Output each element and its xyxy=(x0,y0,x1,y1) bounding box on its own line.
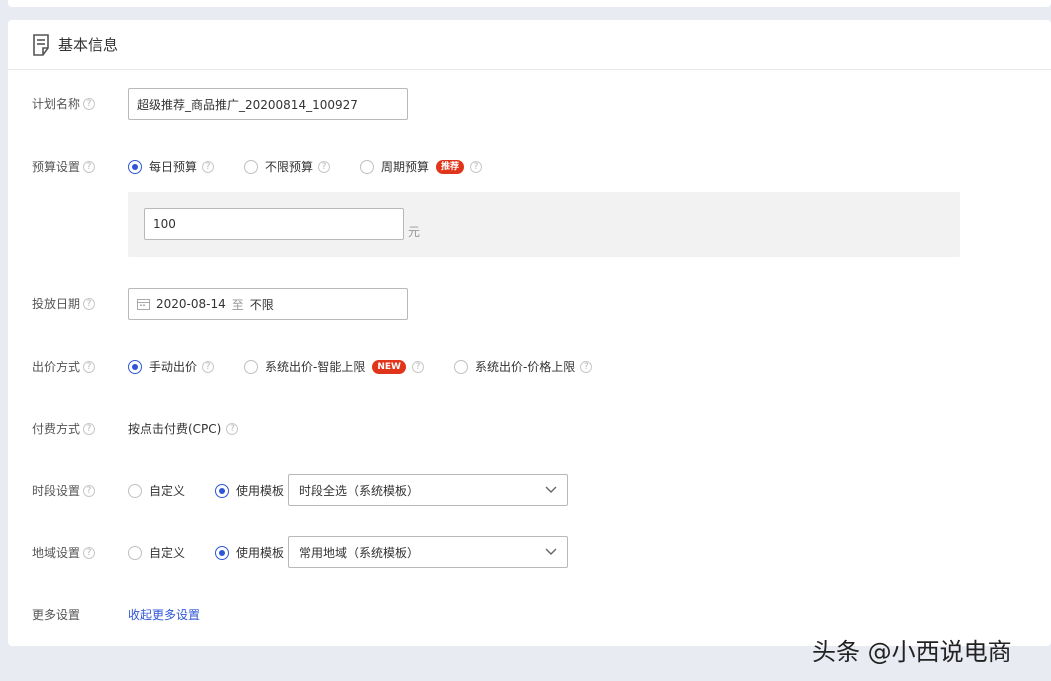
help-icon[interactable]: ? xyxy=(83,297,96,310)
help-icon[interactable]: ? xyxy=(83,422,96,435)
calendar-icon xyxy=(137,299,150,310)
date-range-picker[interactable]: 2020-08-14 至 不限 xyxy=(128,288,408,320)
section-title: 基本信息 xyxy=(58,36,119,54)
help-icon[interactable]: ? xyxy=(226,422,239,435)
help-icon[interactable]: ? xyxy=(580,360,593,373)
radio-cycle-budget[interactable]: 周期预算 推荐 ? xyxy=(360,158,483,175)
radio-circle xyxy=(128,359,142,374)
start-date: 2020-08-14 xyxy=(156,297,226,311)
radio-manual-bid[interactable]: 手动出价 ? xyxy=(128,358,215,375)
bid-radio-group: 手动出价 ? 系统出价-智能上限 NEW ? 系统出价-价格上限 ? xyxy=(128,358,593,375)
watermark: 头条 @小西说电商 xyxy=(812,638,1012,666)
help-icon[interactable]: ? xyxy=(83,360,96,373)
budget-label: 预算设置 ? xyxy=(32,158,96,175)
pay-label: 付费方式 ? xyxy=(32,420,96,437)
collapse-more-settings-link[interactable]: 收起更多设置 xyxy=(128,606,200,623)
budget-amount-input[interactable]: 100 xyxy=(144,208,404,240)
date-label: 投放日期 ? xyxy=(32,295,96,312)
plan-name-label: 计划名称 ? xyxy=(32,95,96,112)
recommend-badge: 推荐 xyxy=(436,159,465,174)
radio-circle xyxy=(215,545,230,560)
pay-method-value: 按点击付费(CPC) ? xyxy=(128,420,239,437)
region-label: 地域设置 ? xyxy=(32,544,96,561)
help-icon[interactable]: ? xyxy=(83,484,96,497)
help-icon[interactable]: ? xyxy=(411,360,424,373)
currency-unit: 元 xyxy=(408,225,421,239)
help-icon[interactable]: ? xyxy=(83,546,96,559)
help-icon[interactable]: ? xyxy=(83,97,96,110)
more-settings-label: 更多设置 xyxy=(32,608,81,622)
bid-label: 出价方式 ? xyxy=(32,358,96,375)
radio-smart-cap-bid[interactable]: 系统出价-智能上限 NEW ? xyxy=(244,358,424,375)
radio-time-template[interactable]: 使用模板 xyxy=(215,482,284,499)
radio-circle xyxy=(215,483,230,498)
new-badge: NEW xyxy=(372,359,406,374)
help-icon[interactable]: ? xyxy=(470,160,483,173)
radio-circle xyxy=(453,359,468,374)
document-icon xyxy=(33,33,49,56)
region-radio-group: 自定义 使用模板 xyxy=(128,544,284,561)
time-label: 时段设置 ? xyxy=(32,482,96,499)
help-icon[interactable]: ? xyxy=(318,160,331,173)
radio-circle xyxy=(360,159,375,174)
budget-radio-group: 每日预算 ? 不限预算 ? 周期预算 推荐 ? xyxy=(128,158,483,175)
chevron-down-icon xyxy=(545,548,557,555)
card-header: 基本信息 xyxy=(8,20,1051,70)
radio-circle xyxy=(128,483,142,498)
radio-region-custom[interactable]: 自定义 xyxy=(128,544,185,561)
time-template-select[interactable]: 时段全选（系统模板） xyxy=(288,474,568,506)
end-date: 不限 xyxy=(249,297,274,312)
radio-daily-budget[interactable]: 每日预算 ? xyxy=(128,158,215,175)
chevron-down-icon xyxy=(545,486,557,493)
region-template-select[interactable]: 常用地域（系统模板） xyxy=(288,536,568,568)
date-separator: 至 xyxy=(231,297,244,312)
time-radio-group: 自定义 使用模板 xyxy=(128,482,284,499)
help-icon[interactable]: ? xyxy=(202,360,215,373)
radio-circle xyxy=(244,359,259,374)
radio-circle xyxy=(128,545,142,560)
previous-card xyxy=(8,0,1051,7)
basic-info-card: 基本信息 计划名称 ? 超级推荐_商品推广_20200814_100927 预算… xyxy=(8,20,1051,646)
radio-circle xyxy=(128,159,142,174)
help-icon[interactable]: ? xyxy=(202,160,215,173)
radio-circle xyxy=(244,159,259,174)
help-icon[interactable]: ? xyxy=(83,160,96,173)
radio-unlimited-budget[interactable]: 不限预算 ? xyxy=(244,158,331,175)
plan-name-input[interactable]: 超级推荐_商品推广_20200814_100927 xyxy=(128,88,408,120)
radio-region-template[interactable]: 使用模板 xyxy=(215,544,284,561)
radio-time-custom[interactable]: 自定义 xyxy=(128,482,185,499)
radio-price-cap-bid[interactable]: 系统出价-价格上限 ? xyxy=(453,358,593,375)
